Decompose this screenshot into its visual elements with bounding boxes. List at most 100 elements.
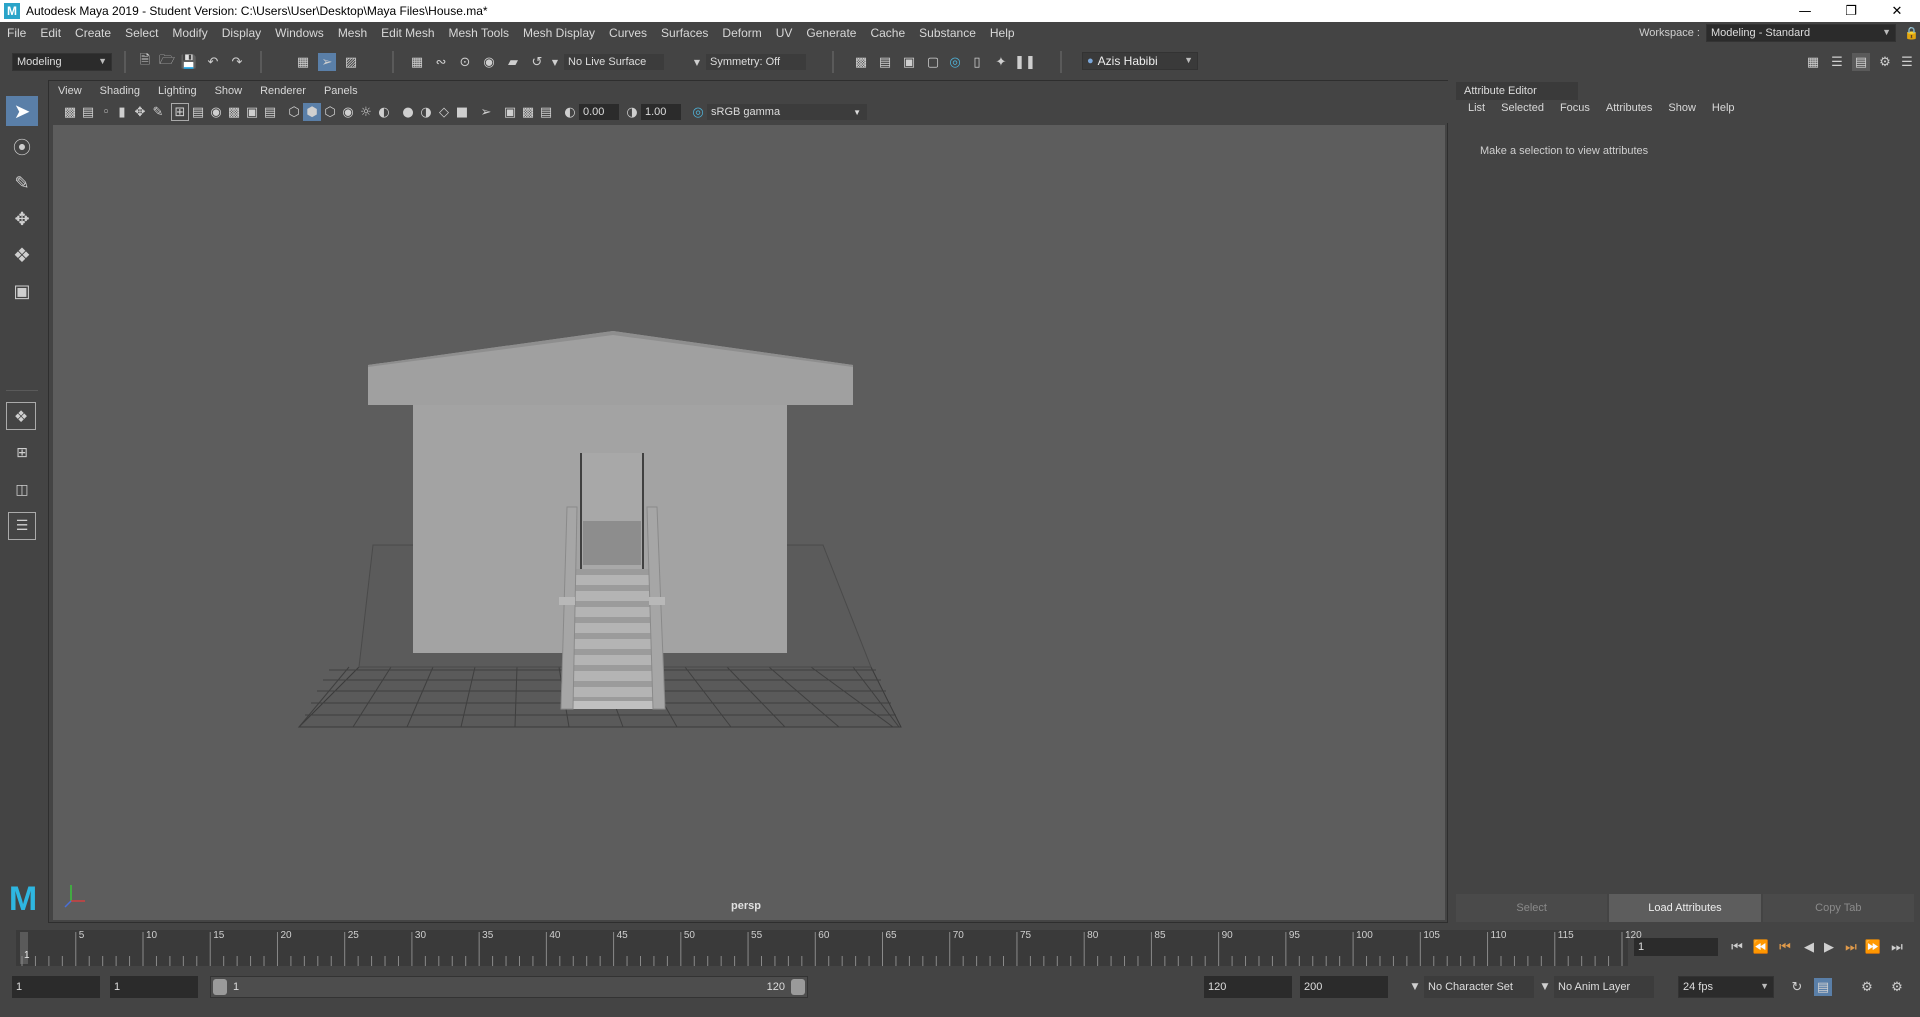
- grid-icon[interactable]: ⊞: [171, 103, 189, 121]
- hypershade-icon[interactable]: ◎: [946, 53, 964, 71]
- animation-end-field[interactable]: 200: [1300, 976, 1388, 998]
- snap-view-icon[interactable]: ◉: [480, 53, 498, 71]
- use-all-lights-icon[interactable]: ☼: [357, 103, 375, 121]
- select-component-icon[interactable]: ▨: [342, 53, 360, 71]
- menu-edit-mesh[interactable]: Edit Mesh: [374, 26, 441, 40]
- panel-menu-panels[interactable]: Panels: [315, 85, 367, 97]
- motion-blur-icon[interactable]: ◑: [417, 103, 435, 121]
- mode-dropdown[interactable]: Modeling ▼: [12, 53, 112, 71]
- ae-menu-attributes[interactable]: Attributes: [1598, 102, 1660, 114]
- safe-action-icon[interactable]: ▤: [261, 103, 279, 121]
- grease-pencil-icon[interactable]: ✎: [149, 103, 167, 121]
- close-icon[interactable]: ✕: [1874, 0, 1920, 22]
- anim-layer-icon[interactable]: ▼: [1536, 978, 1554, 996]
- exposure-icon[interactable]: ◐: [561, 103, 579, 121]
- menu-surfaces[interactable]: Surfaces: [654, 26, 715, 40]
- menu-mesh-display[interactable]: Mesh Display: [516, 26, 602, 40]
- panel-menu-view[interactable]: View: [49, 85, 91, 97]
- workspace-dropdown[interactable]: Modeling - Standard ▼: [1706, 24, 1896, 42]
- minimize-icon[interactable]: —: [1782, 0, 1828, 22]
- ae-menu-help[interactable]: Help: [1704, 102, 1743, 114]
- exposure-field[interactable]: 0.00: [579, 104, 619, 120]
- layer-editor-icon[interactable]: ☰: [1898, 53, 1916, 71]
- menu-mesh-tools[interactable]: Mesh Tools: [442, 26, 516, 40]
- scale-tool-icon[interactable]: ▣: [6, 276, 38, 306]
- snap-live-icon[interactable]: ↺: [528, 53, 546, 71]
- fps-dropdown[interactable]: 24 fps ▼: [1678, 976, 1774, 998]
- menu-uv[interactable]: UV: [769, 26, 800, 40]
- paint-select-tool-icon[interactable]: ✎: [6, 168, 38, 198]
- isolate-select-icon[interactable]: ➢: [477, 103, 495, 121]
- outliner-layout-icon[interactable]: ☰: [8, 512, 36, 540]
- menu-display[interactable]: Display: [215, 26, 268, 40]
- panel-menu-renderer[interactable]: Renderer: [251, 85, 315, 97]
- film-gate-icon[interactable]: ▤: [189, 103, 207, 121]
- lightning-icon[interactable]: ✦: [992, 53, 1010, 71]
- range-slider-start-handle[interactable]: [213, 979, 227, 995]
- smooth-shade-icon[interactable]: ⬢: [303, 103, 321, 121]
- animation-preferences-icon[interactable]: ⚙: [1858, 978, 1876, 996]
- single-perspective-view-icon[interactable]: ❖: [6, 402, 36, 430]
- channel-box-icon[interactable]: ☰: [1828, 53, 1846, 71]
- save-scene-icon[interactable]: 💾: [180, 53, 198, 71]
- play-forwards-icon[interactable]: ▶: [1820, 938, 1838, 956]
- range-slider[interactable]: 1 120: [210, 976, 808, 998]
- rotate-tool-icon[interactable]: ❖: [6, 240, 38, 270]
- resolution-gate-icon[interactable]: ◉: [207, 103, 225, 121]
- panel-menu-lighting[interactable]: Lighting: [149, 85, 206, 97]
- playback-end-field[interactable]: 120: [1204, 976, 1292, 998]
- menu-file[interactable]: File: [0, 26, 33, 40]
- auto-key-icon[interactable]: ▤: [1814, 978, 1832, 996]
- character-set-field[interactable]: No Character Set: [1424, 976, 1534, 998]
- anti-aliasing-icon[interactable]: ◇: [435, 103, 453, 121]
- restore-icon[interactable]: ❐: [1828, 0, 1874, 22]
- select-camera-icon[interactable]: ▩: [61, 103, 79, 121]
- ae-menu-selected[interactable]: Selected: [1493, 102, 1552, 114]
- color-management-icon[interactable]: ◎: [689, 103, 707, 121]
- move-tool-icon[interactable]: ✥: [6, 204, 38, 234]
- menu-edit[interactable]: Edit: [33, 26, 68, 40]
- live-surface-field[interactable]: No Live Surface: [564, 54, 664, 70]
- wireframe-on-shaded-icon[interactable]: ⬡: [321, 103, 339, 121]
- load-attributes-button[interactable]: Load Attributes: [1609, 894, 1761, 922]
- anim-layer-field[interactable]: No Anim Layer: [1554, 976, 1654, 998]
- menu-create[interactable]: Create: [68, 26, 118, 40]
- snap-point-icon[interactable]: ⊙: [456, 53, 474, 71]
- modeling-toolkit-icon[interactable]: ▦: [1804, 53, 1822, 71]
- menu-substance[interactable]: Substance: [912, 26, 983, 40]
- tool-settings-icon[interactable]: ⚙: [1876, 53, 1894, 71]
- select-tool-icon[interactable]: ➤: [6, 96, 38, 126]
- step-forward-key-icon[interactable]: ⏭: [1842, 938, 1860, 956]
- redo-icon[interactable]: ↷: [228, 53, 246, 71]
- menu-select[interactable]: Select: [118, 26, 165, 40]
- menu-curves[interactable]: Curves: [602, 26, 654, 40]
- two-d-pan-icon[interactable]: ✥: [131, 103, 149, 121]
- gamma-icon[interactable]: ◑: [623, 103, 641, 121]
- symmetry-field[interactable]: Symmetry: Off: [706, 54, 806, 70]
- perspective-viewport[interactable]: persp: [53, 125, 1445, 920]
- render-frame-icon[interactable]: ▤: [876, 53, 894, 71]
- current-frame-field[interactable]: 1: [1634, 938, 1718, 956]
- menu-deform[interactable]: Deform: [715, 26, 768, 40]
- render-setup-icon[interactable]: ▯: [968, 53, 986, 71]
- chevron-down-icon[interactable]: ▼: [688, 53, 706, 71]
- range-slider-end-handle[interactable]: [791, 979, 805, 995]
- four-view-layout-icon[interactable]: ⊞: [8, 438, 36, 468]
- lock-icon[interactable]: 🔒: [1904, 26, 1920, 40]
- step-back-key-icon[interactable]: ⏮: [1776, 938, 1794, 956]
- ae-menu-focus[interactable]: Focus: [1552, 102, 1598, 114]
- ae-menu-list[interactable]: List: [1460, 102, 1493, 114]
- playback-start-field[interactable]: 1: [110, 976, 198, 998]
- xray-components-icon[interactable]: ▤: [537, 103, 555, 121]
- ambient-occlusion-icon[interactable]: ●: [399, 103, 417, 121]
- xray-icon[interactable]: ▣: [501, 103, 519, 121]
- gamma-field[interactable]: 1.00: [641, 104, 681, 120]
- panel-menu-shading[interactable]: Shading: [91, 85, 149, 97]
- select-button[interactable]: Select: [1456, 894, 1608, 922]
- new-scene-icon[interactable]: 🗎: [136, 53, 154, 71]
- go-to-start-icon[interactable]: ⏮: [1728, 938, 1746, 956]
- go-to-end-icon[interactable]: ⏭: [1888, 938, 1906, 956]
- menu-help[interactable]: Help: [983, 26, 1022, 40]
- menu-modify[interactable]: Modify: [165, 26, 214, 40]
- xray-joints-icon[interactable]: ▩: [519, 103, 537, 121]
